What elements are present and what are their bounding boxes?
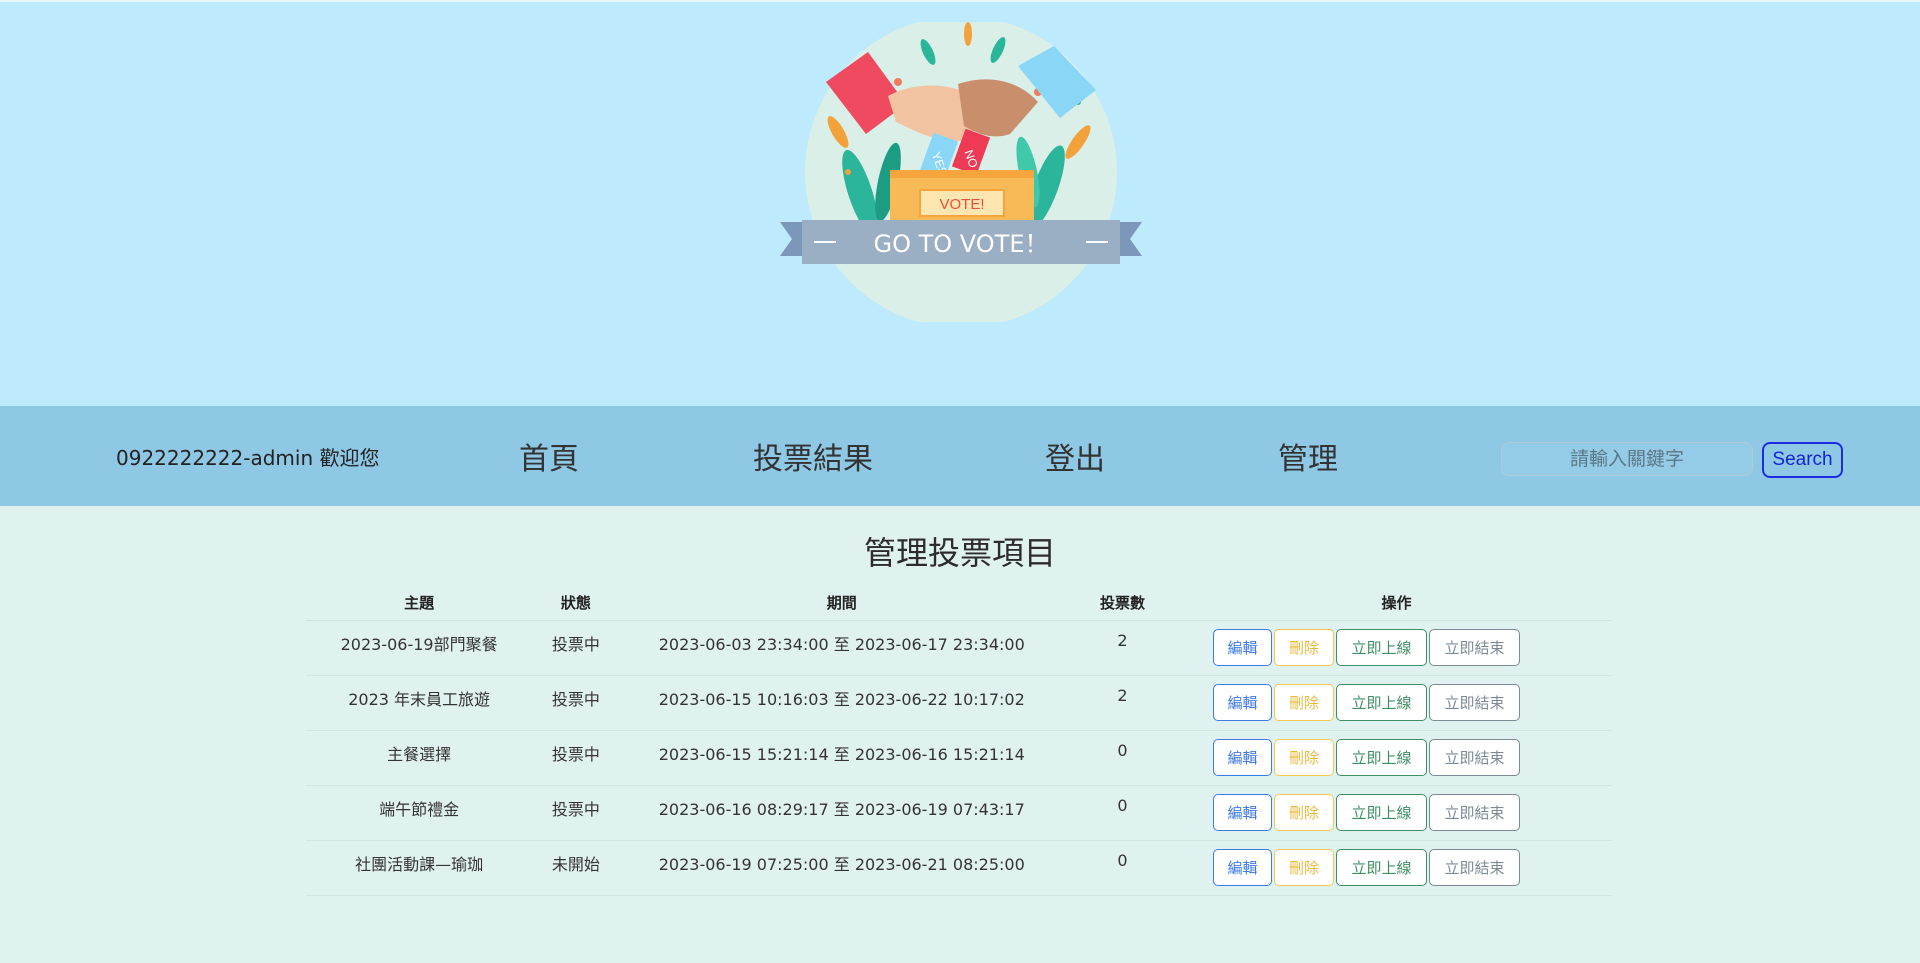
- row-topic: 主餐選擇: [306, 730, 533, 786]
- column-header-period: 期間: [619, 584, 1064, 621]
- row-actions: 編輯 刪除 立即上線 立即結束: [1180, 840, 1612, 896]
- edit-button[interactable]: 編輯: [1212, 739, 1272, 776]
- edit-button[interactable]: 編輯: [1212, 684, 1272, 721]
- row-topic: 2023-06-19部門聚餐: [306, 620, 533, 676]
- row-vote-count: 2: [1063, 620, 1181, 676]
- row-actions: 編輯 刪除 立即上線 立即結束: [1180, 730, 1612, 786]
- end-now-button[interactable]: 立即結束: [1428, 739, 1520, 776]
- end-now-button[interactable]: 立即結束: [1428, 794, 1520, 831]
- navbar: 0922222222-admin 歡迎您 首頁 投票結果 登出 管理 Searc…: [0, 406, 1920, 506]
- delete-button[interactable]: 刪除: [1273, 684, 1334, 721]
- row-vote-count: 2: [1063, 675, 1181, 731]
- vote-items-table: 主題 狀態 期間 投票數 操作 2023-06-19部門聚餐 投票中 2023-06…: [306, 584, 1612, 896]
- svg-text:GO TO VOTE！: GO TO VOTE！: [873, 230, 1048, 258]
- delete-button[interactable]: 刪除: [1273, 849, 1334, 886]
- row-vote-count: 0: [1063, 730, 1181, 786]
- publish-now-button[interactable]: 立即上線: [1335, 849, 1427, 886]
- table-row: 主餐選擇 投票中 2023-06-15 15:21:14 至 2023-06-16 …: [306, 730, 1612, 786]
- svg-text:VOTE!: VOTE!: [939, 196, 984, 213]
- publish-now-button[interactable]: 立即上線: [1335, 684, 1427, 721]
- end-now-button[interactable]: 立即結束: [1428, 629, 1520, 666]
- nav-logout-link[interactable]: 登出: [1045, 434, 1105, 478]
- edit-button[interactable]: 編輯: [1212, 629, 1272, 666]
- row-topic: 社團活動課—瑜珈: [306, 840, 533, 896]
- table-body: 2023-06-19部門聚餐 投票中 2023-06-03 23:34:00 至 2…: [306, 620, 1612, 896]
- column-header-status: 狀態: [532, 584, 620, 621]
- table-row: 2023 年末員工旅遊 投票中 2023-06-15 10:16:03 至 2023…: [306, 675, 1612, 731]
- row-status: 投票中: [532, 730, 620, 786]
- column-header-topic: 主題: [306, 584, 533, 621]
- end-now-button[interactable]: 立即結束: [1428, 684, 1520, 721]
- vote-items-table-wrapper: 主題 狀態 期間 投票數 操作 2023-06-19部門聚餐 投票中 2023-06…: [306, 584, 1612, 896]
- welcome-text: 0922222222-admin 歡迎您: [116, 446, 380, 470]
- column-header-ops: 操作: [1180, 584, 1612, 621]
- row-period: 2023-06-15 15:21:14 至 2023-06-16 15:21:1…: [619, 730, 1064, 786]
- nav-results-link[interactable]: 投票結果: [753, 434, 873, 478]
- row-period: 2023-06-03 23:34:00 至 2023-06-17 23:34:0…: [619, 620, 1064, 676]
- publish-now-button[interactable]: 立即上線: [1335, 739, 1427, 776]
- row-period: 2023-06-16 08:29:17 至 2023-06-19 07:43:1…: [619, 785, 1064, 841]
- table-row: 社團活動課—瑜珈 未開始 2023-06-19 07:25:00 至 2023-06…: [306, 840, 1612, 896]
- delete-button[interactable]: 刪除: [1273, 739, 1334, 776]
- table-row: 端午節禮金 投票中 2023-06-16 08:29:17 至 2023-06-19…: [306, 785, 1612, 841]
- row-status: 投票中: [532, 675, 620, 731]
- table-header-row: 主題 狀態 期間 投票數 操作: [306, 584, 1612, 621]
- header-banner: YES NO VOTE! GO TO VOTE！: [0, 0, 1920, 406]
- row-topic: 端午節禮金: [306, 785, 533, 841]
- row-period: 2023-06-15 10:16:03 至 2023-06-22 10:17:0…: [619, 675, 1064, 731]
- row-status: 投票中: [532, 620, 620, 676]
- edit-button[interactable]: 編輯: [1212, 849, 1272, 886]
- nav-admin-link[interactable]: 管理: [1278, 434, 1338, 478]
- delete-button[interactable]: 刪除: [1273, 794, 1334, 831]
- publish-now-button[interactable]: 立即上線: [1335, 629, 1427, 666]
- page-title: 管理投票項目: [863, 534, 1056, 572]
- row-status: 未開始: [532, 840, 620, 896]
- page: YES NO VOTE! GO TO VOTE！ 0922222222-admi…: [0, 0, 1920, 963]
- vote-illustration: YES NO VOTE! GO TO VOTE！: [780, 22, 1142, 322]
- row-vote-count: 0: [1063, 785, 1181, 841]
- row-period: 2023-06-19 07:25:00 至 2023-06-21 08:25:0…: [619, 840, 1064, 896]
- end-now-button[interactable]: 立即結束: [1428, 849, 1520, 886]
- main-content: 管理投票項目 主題 狀態 期間 投票數 操作 2023-06-19部門聚餐 投票中…: [0, 506, 1920, 963]
- row-status: 投票中: [532, 785, 620, 841]
- row-vote-count: 0: [1063, 840, 1181, 896]
- publish-now-button[interactable]: 立即上線: [1335, 794, 1427, 831]
- row-actions: 編輯 刪除 立即上線 立即結束: [1180, 785, 1612, 841]
- delete-button[interactable]: 刪除: [1273, 629, 1334, 666]
- search-input[interactable]: [1501, 442, 1753, 476]
- row-actions: 編輯 刪除 立即上線 立即結束: [1180, 620, 1612, 676]
- column-header-votes: 投票數: [1063, 584, 1181, 621]
- table-row: 2023-06-19部門聚餐 投票中 2023-06-03 23:34:00 至 2…: [306, 620, 1612, 676]
- search-button[interactable]: Search: [1762, 442, 1843, 478]
- row-actions: 編輯 刪除 立即上線 立即結束: [1180, 675, 1612, 731]
- edit-button[interactable]: 編輯: [1212, 794, 1272, 831]
- row-topic: 2023 年末員工旅遊: [306, 675, 533, 731]
- nav-home-link[interactable]: 首頁: [519, 434, 579, 478]
